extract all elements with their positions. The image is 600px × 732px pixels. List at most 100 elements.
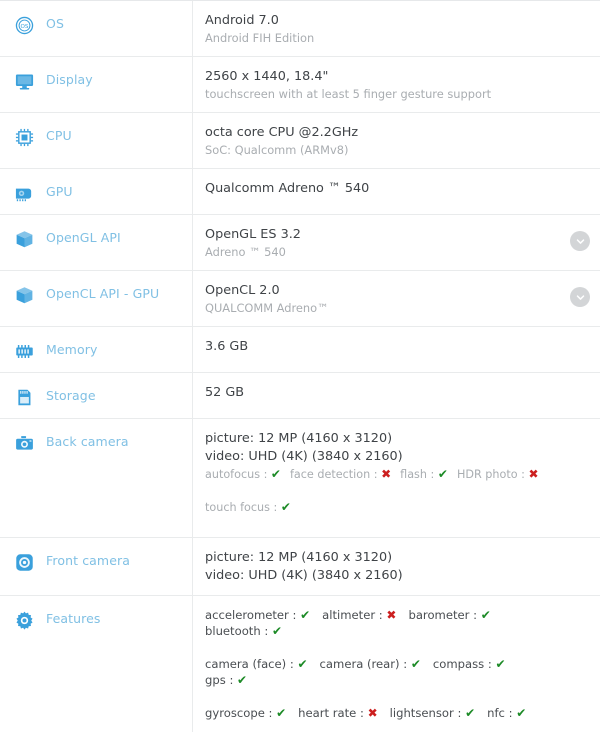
spec-row-features: Features accelerometer : ✔ altimeter : ✖ ba… <box>0 596 600 732</box>
spec-label-cell-cpu: CPU <box>0 113 193 168</box>
check-yes-icon: ✔ <box>437 467 448 481</box>
spec-primary-os: Android 7.0 <box>205 13 279 28</box>
features-flag-accelerometer: accelerometer : ✔ <box>205 607 310 623</box>
flag-label: bluetooth : <box>205 624 272 638</box>
back-camera-picture: picture: 12 MP (4160 x 3120) <box>205 431 393 446</box>
spec-primary-display: 2560 x 1440, 18.4" <box>205 69 329 84</box>
check-yes-icon: ✔ <box>410 657 421 671</box>
front-camera-icon <box>12 551 36 573</box>
cube-icon <box>12 284 36 306</box>
check-yes-icon: ✔ <box>280 500 291 514</box>
features-line-1: accelerometer : ✔ altimeter : ✖ barometer … <box>205 607 566 639</box>
cross-no-icon: ✖ <box>381 467 392 481</box>
back-camera-flags-line-2: touch focus : ✔ <box>205 499 566 516</box>
spec-label-opencl-api-gpu: OpenCL API - GPU <box>46 286 160 301</box>
spec-row-os: OS OS Android 7.0 Android FIH Edition <box>0 1 600 57</box>
spec-row-front-camera: Front camera picture: 12 MP (4160 x 3120)… <box>0 538 600 596</box>
features-line-3: gyroscope : ✔ heart rate : ✖ lightsensor :… <box>205 705 566 721</box>
spec-label-storage: Storage <box>46 388 96 403</box>
flag-label: altimeter : <box>322 608 387 622</box>
memory-chip-icon <box>12 340 36 362</box>
features-flag-bluetooth: bluetooth : ✔ <box>205 623 282 639</box>
spec-value-cell-storage: 52 GB <box>193 373 600 418</box>
spec-value-cell-os: Android 7.0 Android FIH Edition <box>193 1 600 56</box>
flag-label: touch focus : <box>205 501 281 514</box>
expand-toggle-opengl-api[interactable] <box>570 231 590 251</box>
spec-value-cell-opencl-api-gpu: OpenCL 2.0 QUALCOMM Adreno™ <box>193 271 600 326</box>
camera-icon <box>12 432 36 454</box>
spec-value-cell-features: accelerometer : ✔ altimeter : ✖ barometer … <box>193 596 600 732</box>
svg-text:OS: OS <box>20 23 28 29</box>
cross-no-icon: ✖ <box>528 467 539 481</box>
front-camera-video: video: UHD (4K) (3840 x 2160) <box>205 568 403 583</box>
check-yes-icon: ✔ <box>465 706 476 720</box>
cube-icon <box>12 228 36 250</box>
gear-icon <box>12 609 36 631</box>
features-line-2: camera (face) : ✔ camera (rear) : ✔ compas… <box>205 656 566 688</box>
back-camera-flag-hdr-photo: HDR photo : ✖ <box>457 466 539 483</box>
flag-label: nfc : <box>487 706 517 720</box>
spec-value-cell-cpu: octa core CPU @2.2GHz SoC: Qualcomm (ARMv… <box>193 113 600 168</box>
cpu-chip-icon <box>12 126 36 148</box>
spec-row-display: Display 2560 x 1440, 18.4" touchscreen wit… <box>0 57 600 113</box>
flag-label: heart rate : <box>298 706 368 720</box>
spec-value-cell-memory: 3.6 GB <box>193 327 600 372</box>
spec-primary-memory: 3.6 GB <box>205 339 249 354</box>
flag-label: autofocus : <box>205 468 271 481</box>
spec-row-cpu: CPU octa core CPU @2.2GHz SoC: Qualcomm (A… <box>0 113 600 169</box>
spec-label-cell-memory: Memory <box>0 327 193 372</box>
back-camera-flag-face-detection: face detection : ✖ <box>290 466 391 483</box>
back-camera-flags-line-1: autofocus : ✔ face detection : ✖ flash : ✔… <box>205 466 566 483</box>
spec-label-cell-opengl-api: OpenGL API <box>0 215 193 270</box>
flag-label: barometer : <box>408 608 481 622</box>
spec-label-display: Display <box>46 72 93 87</box>
flag-label: accelerometer : <box>205 608 301 622</box>
spec-secondary-cpu: SoC: Qualcomm (ARMv8) <box>205 143 349 157</box>
spec-label-cell-os: OS OS <box>0 1 193 56</box>
spec-value-cell-back-camera: picture: 12 MP (4160 x 3120) video: UHD (… <box>193 419 600 537</box>
check-yes-icon: ✔ <box>516 706 527 720</box>
spec-primary-storage: 52 GB <box>205 385 245 400</box>
os-circle-icon: OS <box>12 14 36 36</box>
spec-primary-opengl-api: OpenGL ES 3.2 <box>205 227 301 242</box>
spec-row-back-camera: Back camera picture: 12 MP (4160 x 3120) v… <box>0 419 600 538</box>
check-yes-icon: ✔ <box>495 657 506 671</box>
spec-primary-cpu: octa core CPU @2.2GHz <box>205 125 359 140</box>
storage-card-icon <box>12 386 36 408</box>
check-yes-icon: ✔ <box>297 657 308 671</box>
spec-label-features: Features <box>46 611 101 626</box>
spec-label-back-camera: Back camera <box>46 434 129 449</box>
back-camera-video: video: UHD (4K) (3840 x 2160) <box>205 449 403 464</box>
features-flag-camera-face-: camera (face) : ✔ <box>205 656 308 672</box>
spec-secondary-display: touchscreen with at least 5 finger gestu… <box>205 87 492 101</box>
cross-no-icon: ✖ <box>386 608 397 622</box>
check-yes-icon: ✔ <box>480 608 491 622</box>
spec-label-cell-front-camera: Front camera <box>0 538 193 595</box>
check-yes-icon: ✔ <box>276 706 287 720</box>
spec-label-front-camera: Front camera <box>46 553 130 568</box>
features-flag-barometer: barometer : ✔ <box>408 607 490 623</box>
back-camera-flag-autofocus: autofocus : ✔ <box>205 466 281 483</box>
spec-primary-gpu: Qualcomm Adreno ™ 540 <box>205 181 370 196</box>
features-flag-compass: compass : ✔ <box>433 656 506 672</box>
spec-row-storage: Storage 52 GB <box>0 373 600 419</box>
expand-toggle-opencl-api-gpu[interactable] <box>570 287 590 307</box>
flag-label: face detection : <box>289 468 382 481</box>
spec-row-memory: Memory 3.6 GB <box>0 327 600 373</box>
flag-label: HDR photo : <box>456 468 529 481</box>
spec-label-opengl-api: OpenGL API <box>46 230 121 245</box>
spec-label-memory: Memory <box>46 342 98 357</box>
cross-no-icon: ✖ <box>367 706 378 720</box>
features-flag-lightsensor: lightsensor : ✔ <box>390 705 475 721</box>
spec-primary-opencl-api-gpu: OpenCL 2.0 <box>205 283 280 298</box>
spec-row-gpu: GPU Qualcomm Adreno ™ 540 <box>0 169 600 215</box>
spec-row-opencl-api-gpu: OpenCL API - GPU OpenCL 2.0 QUALCOMM Adren… <box>0 271 600 327</box>
spec-label-cell-features: Features <box>0 596 193 732</box>
spec-row-opengl-api: OpenGL API OpenGL ES 3.2 Adreno ™ 540 <box>0 215 600 271</box>
flag-label: lightsensor : <box>389 706 466 720</box>
front-camera-picture: picture: 12 MP (4160 x 3120) <box>205 550 393 565</box>
spec-secondary-opengl-api: Adreno ™ 540 <box>205 245 286 259</box>
chevron-down-icon <box>575 292 586 303</box>
flag-label: flash : <box>400 468 438 481</box>
flag-label: camera (rear) : <box>319 657 411 671</box>
